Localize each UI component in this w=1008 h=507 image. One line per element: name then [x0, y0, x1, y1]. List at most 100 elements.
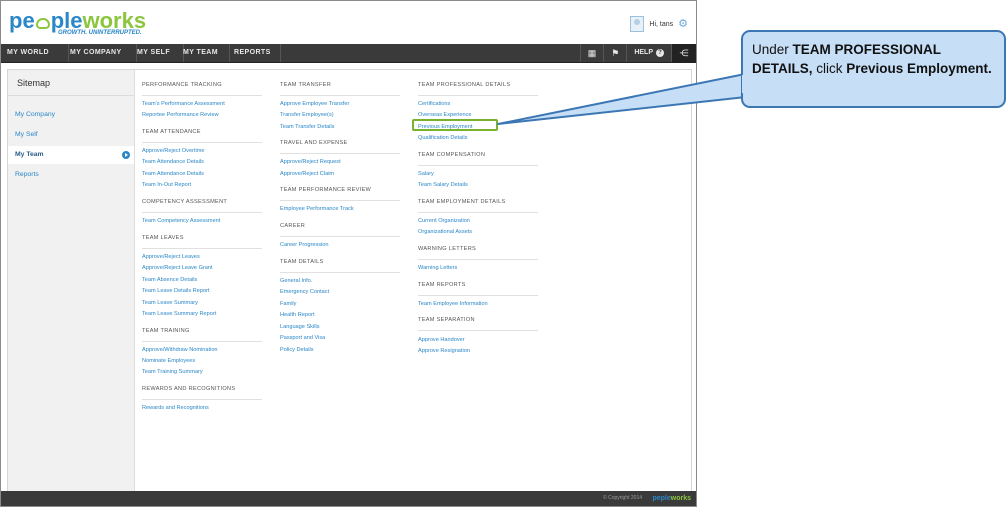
link-rewards-and-recognitions[interactable]: Rewards and Recognitions — [142, 404, 209, 412]
link-team-leave-summary-report[interactable]: Team Leave Summary Report — [142, 310, 216, 318]
link-team-leave-details-report[interactable]: Team Leave Details Report — [142, 287, 209, 295]
link-employee-performance-track[interactable]: Employee Performance Track — [280, 205, 354, 213]
link-certifications[interactable]: Certifications — [418, 100, 450, 108]
section-team-separation: TEAM SEPARATION — [418, 316, 542, 331]
link-team-leave-summary[interactable]: Team Leave Summary — [142, 299, 198, 307]
logo-tagline: GROWTH. UNINTERRUPTED. — [58, 30, 142, 36]
sitemap-title: Sitemap — [17, 78, 51, 88]
section-header: TEAM TRANSFER — [280, 82, 332, 88]
help-label: HELP — [634, 49, 653, 56]
avatar[interactable] — [630, 16, 645, 32]
link-team-training-summary[interactable]: Team Training Summary — [142, 368, 203, 376]
section-header: CAREER — [280, 223, 306, 229]
sidebar-item-my-self[interactable]: My Self — [8, 126, 134, 144]
link-team-attendance-details[interactable]: Team Attendance Details — [142, 158, 204, 166]
section-competency-assessment: COMPETENCY ASSESSMENT — [142, 198, 266, 213]
arrow-right-icon — [122, 151, 130, 159]
section-header: PERFORMANCE TRACKING — [142, 82, 222, 88]
gear-icon[interactable]: ⚙ — [678, 18, 688, 30]
link-approve-withdraw-nomination[interactable]: Approve/Withdraw Nomination — [142, 346, 218, 354]
link-approve-employee-transfer[interactable]: Approve Employee Transfer — [280, 100, 349, 108]
previous-employment-highlight — [412, 119, 498, 131]
footer-logo-part-1: peple — [652, 495, 671, 502]
link-approve-handover[interactable]: Approve Handover — [418, 336, 465, 344]
section-header: WARNING LETTERS — [418, 246, 477, 252]
nav-my-company[interactable]: MY COMPANY — [64, 44, 137, 62]
link-overseas-experience[interactable]: Overseas Experience — [418, 111, 471, 119]
section-divider — [280, 95, 400, 96]
link-policy-details[interactable]: Policy Details — [280, 346, 314, 354]
logo-text-part-1: pe — [9, 8, 35, 33]
link-team-competency-assessment[interactable]: Team Competency Assessment — [142, 217, 220, 225]
link-team-salary-details[interactable]: Team Salary Details — [418, 181, 468, 189]
sidebar-item-reports[interactable]: Reports — [8, 166, 134, 184]
link-nominate-employees[interactable]: Nominate Employees — [142, 357, 195, 365]
link-family[interactable]: Family — [280, 300, 296, 308]
section-team-training: TEAM TRAINING — [142, 327, 266, 342]
grid-icon[interactable]: ▦ — [579, 44, 604, 62]
help-button[interactable]: HELP? — [626, 44, 671, 62]
section-divider — [280, 236, 400, 237]
nav-my-world[interactable]: MY WORLD — [1, 44, 69, 62]
link-general-info[interactable]: General Info. — [280, 277, 312, 285]
peopleworks-logo[interactable]: pe pleworks GROWTH. UNINTERRUPTED. — [9, 8, 146, 37]
section-team-details: TEAM DETAILS — [280, 258, 404, 273]
link-team-in-out-report[interactable]: Team In-Out Report — [142, 181, 191, 189]
section-divider — [418, 259, 538, 260]
sitemap-sidebar: Sitemap My Company My Self My Team Repor… — [8, 70, 135, 494]
nav-reports[interactable]: REPORTS — [228, 44, 281, 62]
section-divider — [418, 165, 538, 166]
link-approve-reject-leaves[interactable]: Approve/Reject Leaves — [142, 253, 200, 261]
app-window: pe pleworks GROWTH. UNINTERRUPTED. Hi, ta… — [0, 0, 697, 507]
link-career-progression[interactable]: Career Progression — [280, 241, 329, 249]
section-header: TEAM COMPENSATION — [418, 152, 486, 158]
section-header: TEAM EMPLOYMENT DETAILS — [418, 199, 506, 205]
link-team-employee-information[interactable]: Team Employee Information — [418, 300, 488, 308]
section-divider — [142, 212, 262, 213]
section-header: REWARDS AND RECOGNITIONS — [142, 386, 236, 392]
section-career: CAREER — [280, 222, 404, 237]
link-current-organization[interactable]: Current Organization — [418, 217, 470, 225]
link-reportee-performance-review[interactable]: Reportee Performance Review — [142, 111, 218, 119]
link-organizational-assets[interactable]: Organizational Assets — [418, 228, 472, 236]
user-greeting[interactable]: Hi, tans — [649, 21, 673, 28]
sitemap-tree-icon[interactable]: ⋲ — [671, 44, 696, 62]
callout-text-1: Under — [752, 42, 793, 57]
section-header: TEAM SEPARATION — [418, 317, 475, 323]
section-team-professional-details: TEAM PROFESSIONAL DETAILS — [418, 81, 542, 96]
sitemap-panel: Sitemap My Company My Self My Team Repor… — [7, 69, 692, 495]
section-team-performance-review: TEAM PERFORMANCE REVIEW — [280, 186, 404, 201]
link-health-report[interactable]: Health Report — [280, 311, 315, 319]
link-salary[interactable]: Salary — [418, 170, 434, 178]
nav-my-team[interactable]: MY TEAM — [177, 44, 230, 62]
sidebar-item-my-company[interactable]: My Company — [8, 106, 134, 124]
section-divider — [280, 272, 400, 273]
link-qualification-details[interactable]: Qualification Details — [418, 134, 467, 142]
sidebar-item-my-team-label: My Team — [15, 151, 44, 158]
flag-icon[interactable]: ⚑ — [603, 44, 626, 62]
section-header: TEAM PROFESSIONAL DETAILS — [418, 82, 511, 88]
link-approve-reject-claim[interactable]: Approve/Reject Claim — [280, 170, 334, 178]
footer-logo-part-2: works — [670, 495, 691, 502]
cloud-icon — [35, 18, 50, 29]
link-approve-reject-request[interactable]: Approve/Reject Request — [280, 158, 341, 166]
link-team-attendance-details-2[interactable]: Team Attendance Details — [142, 170, 204, 178]
link-approve-reject-leave-grant[interactable]: Approve/Reject Leave Grant — [142, 264, 213, 272]
link-team-transfer-details[interactable]: Team Transfer Details — [280, 123, 334, 131]
link-approve-reject-overtime[interactable]: Approve/Reject Overtime — [142, 147, 205, 155]
link-team-absence-details[interactable]: Team Absence Details — [142, 276, 197, 284]
link-teams-performance-assessment[interactable]: Team's Performance Assessment — [142, 100, 225, 108]
link-passport-and-visa[interactable]: Passport and Visa — [280, 334, 325, 342]
link-language-skills[interactable]: Language Skills — [280, 323, 320, 331]
section-header: TEAM ATTENDANCE — [142, 129, 201, 135]
link-transfer-employees[interactable]: Transfer Employee(s) — [280, 111, 334, 119]
footer-logo: pepleworks — [652, 491, 691, 506]
link-approve-resignation[interactable]: Approve Resignation — [418, 347, 470, 355]
section-header: TRAVEL AND EXPENSE — [280, 140, 348, 146]
link-warning-letters[interactable]: Warning Letters — [418, 264, 457, 272]
section-team-employment-details: TEAM EMPLOYMENT DETAILS — [418, 198, 542, 213]
user-box: Hi, tans ⚙ — [630, 15, 688, 33]
sidebar-item-my-team[interactable]: My Team — [8, 146, 134, 164]
sitemap-title-divider — [8, 95, 134, 96]
link-emergency-contact[interactable]: Emergency Contact — [280, 288, 329, 296]
